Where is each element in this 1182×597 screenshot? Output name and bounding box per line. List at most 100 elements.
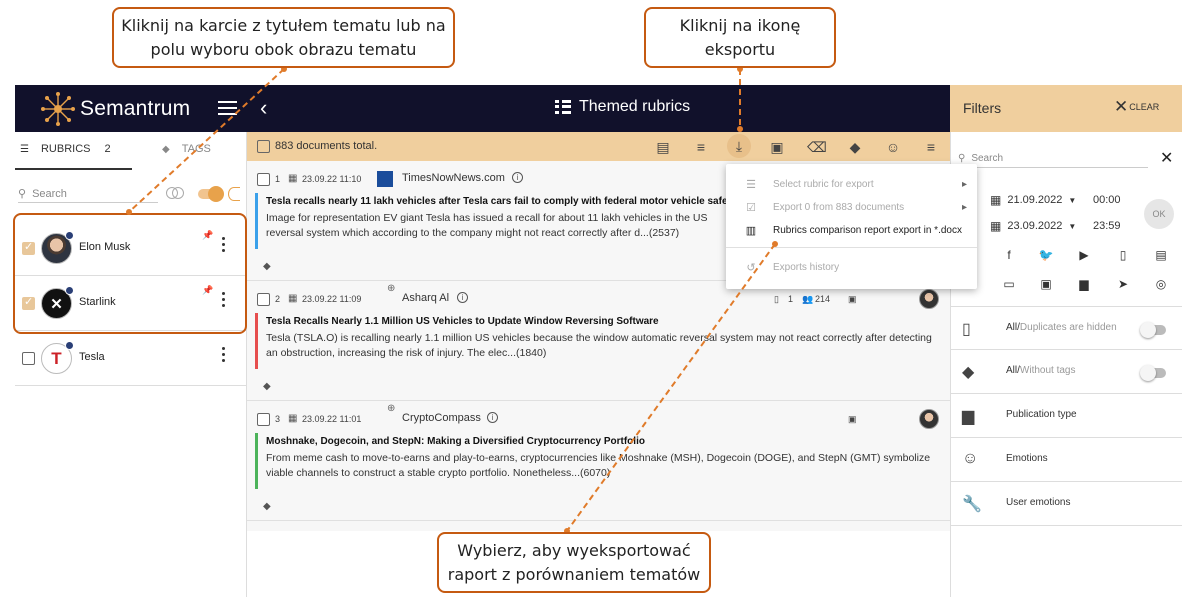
- chevron-right-icon: ▸: [961, 178, 967, 190]
- tag-icon[interactable]: ◆: [263, 261, 271, 272]
- filter-emotions[interactable]: ☺ Emotions: [950, 438, 1182, 482]
- twitter-icon[interactable]: 🐦: [1037, 248, 1055, 262]
- filter-label: All/Duplicates are hidden: [1006, 322, 1117, 333]
- highlight-frame: [13, 213, 247, 334]
- document-headline[interactable]: Moshnake, Dogecoin, and StepN: Making a …: [266, 436, 645, 447]
- document-checkbox[interactable]: [257, 413, 270, 426]
- author-avatar[interactable]: [919, 289, 939, 309]
- ok-button[interactable]: OK: [1144, 199, 1174, 229]
- duplicates-icon: ▯: [962, 321, 971, 338]
- tag-icon: ◆: [962, 364, 975, 381]
- history-icon: ↺: [746, 261, 756, 274]
- callout-export-icon: Kliknij na ikonę eksportu: [644, 7, 836, 68]
- documents-toolbar: 883 documents total. ▤ ≡ ⤓ ▣ ⌫ ◆ ☺ ≡: [247, 132, 950, 161]
- document-icon[interactable]: ▯: [1114, 248, 1132, 262]
- info-icon[interactable]: i: [487, 412, 498, 423]
- tab-rubrics[interactable]: ☰ RUBRICS 2: [20, 143, 111, 155]
- duplicates-toggle[interactable]: [1140, 322, 1166, 338]
- more-vert-icon[interactable]: [222, 347, 226, 363]
- lines-icon[interactable]: ≡: [692, 138, 710, 156]
- document-card[interactable]: 3 ▦ 23.09.22 11:01 ⊕ CryptoCompass i ▣ M…: [247, 401, 950, 521]
- comment-icon: ▆: [962, 408, 975, 425]
- document-date: 23.09.22 11:01: [302, 414, 362, 424]
- menu-item-rubrics-comparison-export[interactable]: ▥ Rubrics comparison report export in *.…: [726, 219, 977, 241]
- rubric-search-input[interactable]: ⚲ Search: [18, 185, 158, 203]
- telegram-icon[interactable]: ➤: [1114, 277, 1132, 291]
- instagram-icon[interactable]: ◎: [1152, 277, 1170, 291]
- filters-title: Filters: [963, 100, 1002, 116]
- document-card[interactable]: 2 ▦ 23.09.22 11:09 ⊕ Asharq Al i ▯ 1 👥 2…: [247, 281, 950, 401]
- menu-item-exports-history[interactable]: ↺ Exports history: [726, 256, 977, 278]
- news-icon[interactable]: ▤: [1152, 248, 1170, 262]
- date-to-field[interactable]: ▦ 23.09.2022 ▼: [990, 219, 1076, 233]
- document-snippet: From meme cash to move-to-earns and play…: [266, 452, 931, 479]
- filters-search-input[interactable]: ⚲ Search: [958, 150, 1148, 168]
- close-icon[interactable]: ✕: [1160, 148, 1173, 168]
- select-all-checkbox[interactable]: [257, 140, 270, 153]
- meta-count-2: 214: [815, 294, 831, 304]
- overlap-icon[interactable]: [166, 187, 186, 201]
- author-avatar[interactable]: [919, 409, 939, 429]
- document-source[interactable]: TimesNowNews.com: [402, 172, 505, 184]
- rubric-toggle-switch[interactable]: [198, 186, 224, 202]
- document-checkbox[interactable]: [257, 173, 270, 186]
- youtube-icon[interactable]: ▶: [1075, 248, 1093, 262]
- tag-icon[interactable]: ◆: [263, 501, 271, 512]
- circle-icon[interactable]: [228, 187, 240, 201]
- callout-select-rubric: Kliknij na karcie z tytułem tematu lub n…: [112, 7, 455, 68]
- document-number: 3: [275, 414, 281, 424]
- filter-label: Publication type: [1006, 409, 1077, 420]
- rubric-search-placeholder: Search: [32, 187, 67, 200]
- calendar-icon: ▦: [990, 219, 1002, 233]
- smile-icon[interactable]: ☺: [884, 138, 902, 156]
- time-to-field[interactable]: 23:59: [1093, 220, 1121, 232]
- filter-publication-type[interactable]: ▆ Publication type: [950, 394, 1182, 438]
- facebook-icon[interactable]: f: [1000, 248, 1018, 262]
- tag-icon[interactable]: ◆: [263, 381, 271, 392]
- document-checkbox[interactable]: [257, 293, 270, 306]
- filter-icon[interactable]: ≡: [922, 138, 940, 156]
- active-tab-indicator: [15, 168, 132, 170]
- people-icon: 👥: [802, 294, 814, 304]
- verified-badge: [65, 341, 74, 350]
- save-icon[interactable]: ▣: [768, 138, 786, 156]
- clear-filters-button[interactable]: ✕ CLEAR: [1114, 98, 1159, 115]
- filter-tags[interactable]: ◆ All/Without tags: [950, 350, 1182, 394]
- date-to-value: 23.09.2022: [1007, 220, 1063, 232]
- download-icon[interactable]: ⤓: [727, 134, 751, 158]
- filter-duplicates[interactable]: ▯ All/Duplicates are hidden: [950, 306, 1182, 350]
- tab-rubrics-label: RUBRICS: [40, 143, 91, 155]
- logo[interactable]: Semantrum: [40, 92, 190, 126]
- source-logo: [377, 171, 393, 187]
- tv-icon[interactable]: ▭: [1000, 277, 1018, 291]
- tags-toggle[interactable]: [1140, 365, 1166, 381]
- callout-comparison-report: Wybierz, aby wyeksportować raport z porów…: [437, 532, 711, 593]
- calendar-icon: ▦: [288, 173, 298, 184]
- info-icon[interactable]: i: [512, 172, 523, 183]
- radio-icon[interactable]: ▣: [1037, 277, 1055, 291]
- dropdown-icon: ▼: [1068, 221, 1077, 231]
- document-icon[interactable]: ▤: [654, 138, 672, 156]
- documents-total: 883 documents total.: [275, 140, 378, 152]
- trash-icon[interactable]: ⌫: [807, 138, 827, 156]
- menu-item-select-rubric[interactable]: ☰ Select rubric for export ▸: [726, 173, 977, 195]
- tab-tags[interactable]: ◆ TAGS: [162, 143, 211, 155]
- document-headline[interactable]: Tesla Recalls Nearly 1.1 Million US Vehi…: [266, 316, 659, 327]
- tag-icon[interactable]: ◆: [846, 138, 864, 156]
- hamburger-icon[interactable]: [218, 101, 237, 115]
- rubric-checkbox[interactable]: [22, 352, 35, 365]
- forum-icon[interactable]: ▆: [1075, 277, 1093, 291]
- pages-icon: ▯: [774, 294, 779, 304]
- menu-divider: [726, 247, 977, 248]
- rubric-card-tesla[interactable]: T Tesla: [15, 332, 247, 386]
- document-source[interactable]: CryptoCompass: [402, 412, 481, 424]
- tab-rubrics-count: 2: [104, 143, 111, 155]
- document-headline[interactable]: Tesla recalls nearly 11 lakh vehicles af…: [266, 196, 728, 207]
- time-from-field[interactable]: 00:00: [1093, 194, 1121, 206]
- info-icon[interactable]: i: [457, 292, 468, 303]
- filter-user-emotions[interactable]: 🔧 User emotions: [950, 482, 1182, 526]
- document-source[interactable]: Asharq Al: [402, 292, 449, 304]
- chevron-left-icon[interactable]: ‹: [260, 96, 267, 120]
- menu-item-export-documents[interactable]: ☑ Export 0 from 883 documents ▸: [726, 196, 977, 218]
- date-from-field[interactable]: ▦ 21.09.2022 ▼: [990, 193, 1076, 207]
